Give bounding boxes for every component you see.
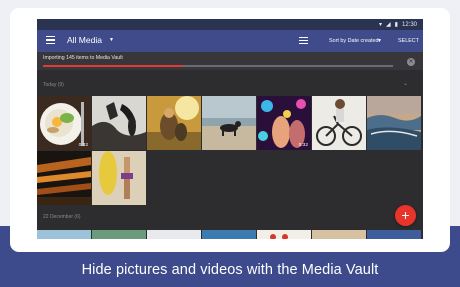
app-screen: ▾ ◢ ▮ 12:30 All Media ▼ Sort by Date cre…	[37, 19, 423, 239]
sort-caret-icon[interactable]: ▼	[377, 38, 382, 44]
thumbnail-sunset-couple[interactable]	[147, 96, 201, 150]
list-view-icon[interactable]	[299, 37, 308, 45]
thumbnail-surfer-rocks[interactable]	[92, 96, 146, 150]
status-time: 12:30	[401, 21, 417, 28]
app-toolbar: All Media ▼ Sort by Date created ▼ SELEC…	[37, 30, 423, 52]
sort-dropdown[interactable]: Sort by Date created	[329, 38, 378, 44]
thumbnail-bicycle-girl[interactable]	[312, 96, 366, 150]
wifi-icon: ▾	[379, 22, 383, 28]
thumbnail-bridge-night[interactable]	[37, 151, 91, 205]
thumbnail-ocean-waves[interactable]	[367, 96, 421, 150]
album-dropdown-icon[interactable]: ▼	[109, 37, 114, 43]
thumbnail-strip[interactable]	[37, 228, 91, 239]
thumbnail-party-lights[interactable]: 0:32	[257, 96, 311, 150]
status-bar: ▾ ◢ ▮ 12:30	[37, 19, 423, 30]
thumbnail-strip[interactable]	[202, 228, 256, 239]
cancel-import-icon[interactable]: ✕	[407, 58, 415, 66]
video-duration: 0:32	[298, 143, 308, 148]
thumbnail-strip[interactable]	[312, 228, 366, 239]
import-progress-fill	[43, 65, 183, 67]
import-progress-bar	[43, 65, 393, 67]
select-button[interactable]: SELECT	[398, 38, 419, 44]
thumbnail-strip[interactable]	[257, 228, 311, 239]
battery-icon: ▮	[394, 22, 398, 28]
import-banner: Importing 145 items to Media Vault ✕	[37, 52, 423, 70]
thumbnail-strip[interactable]	[367, 228, 421, 239]
thumbnail-strip[interactable]	[147, 228, 201, 239]
import-status-text: Importing 145 items to Media Vault	[43, 55, 123, 61]
thumbnail-beach-dog[interactable]	[202, 96, 256, 150]
album-title[interactable]: All Media	[67, 35, 102, 45]
section-header-december: 22 December (6)	[43, 214, 81, 220]
thumbnail-food-plate[interactable]: 0:32	[37, 96, 91, 150]
collapse-chevron-icon[interactable]: ⌄	[403, 80, 408, 87]
section-header-today: Today (9)	[43, 82, 64, 88]
signal-icon: ◢	[386, 22, 391, 28]
menu-icon[interactable]	[46, 36, 55, 45]
add-button[interactable]: +	[395, 205, 416, 226]
promo-caption: Hide pictures and videos with the Media …	[81, 262, 379, 278]
video-duration: 0:32	[78, 143, 88, 148]
thumbnail-surfboard-beach[interactable]	[92, 151, 146, 205]
thumbnail-strip[interactable]	[92, 228, 146, 239]
